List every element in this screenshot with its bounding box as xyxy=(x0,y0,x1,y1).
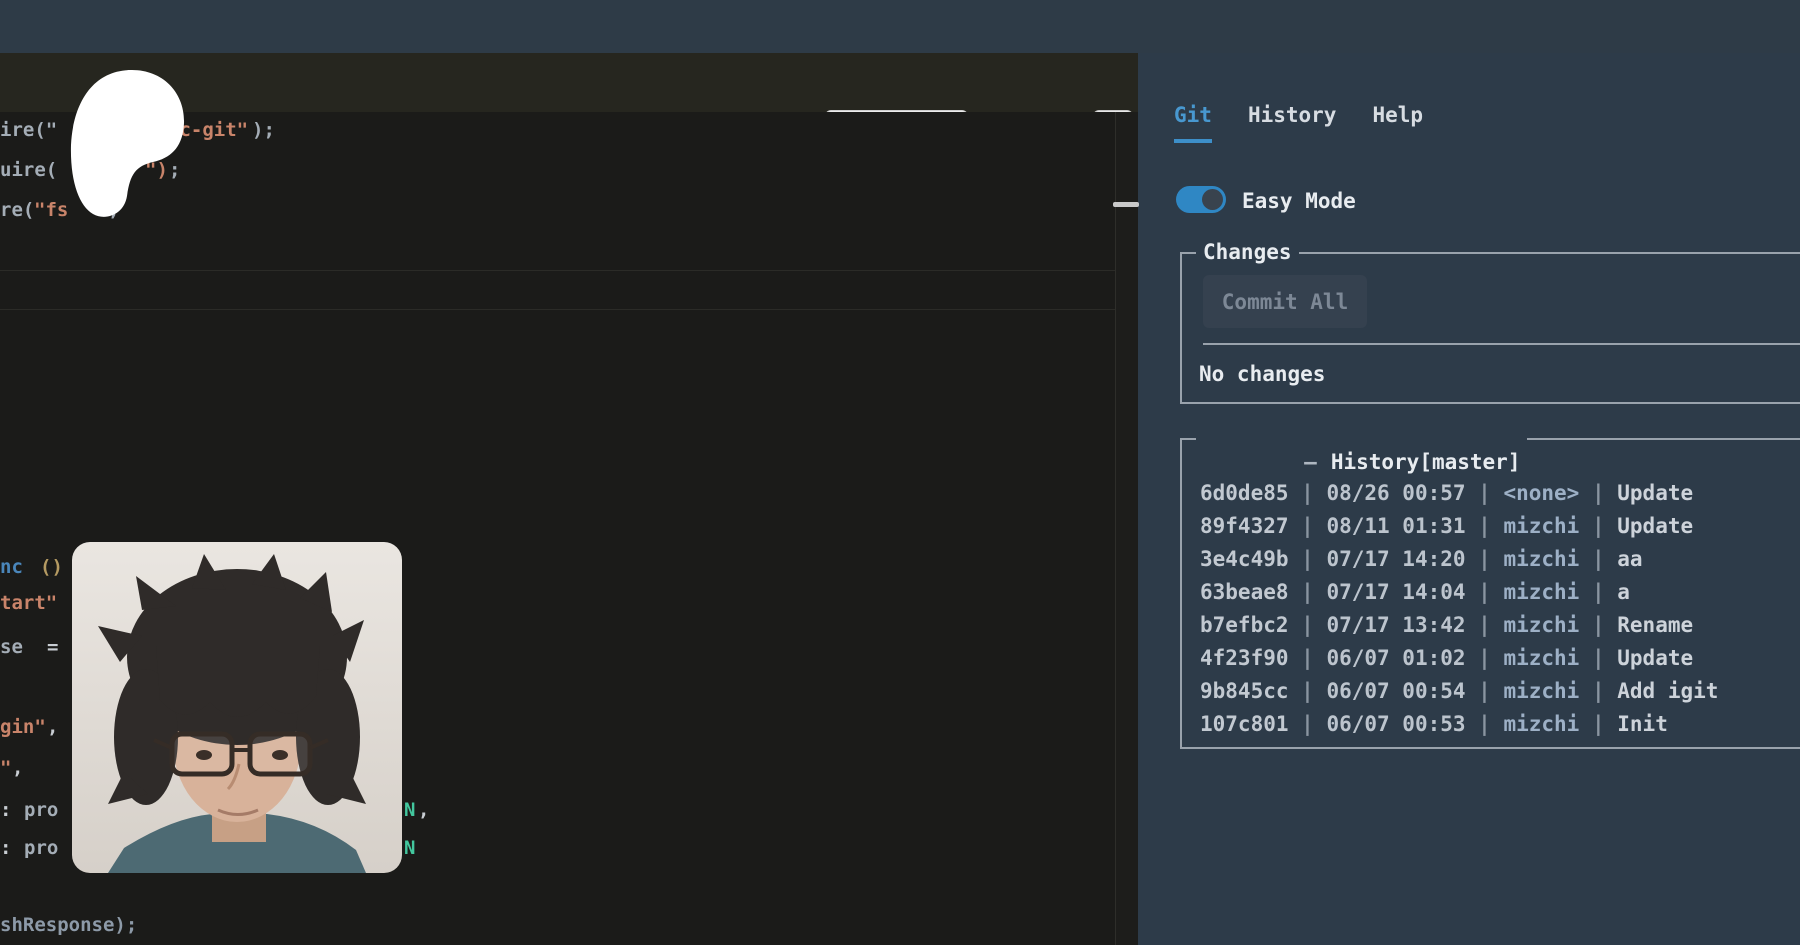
collapse-toggle-icon[interactable]: — xyxy=(1304,450,1317,474)
history-legend-text: History[master] xyxy=(1331,450,1521,474)
tab-help[interactable]: Help xyxy=(1372,103,1423,139)
commit-row[interactable]: b7efbc2 | 07/17 13:42 | mizchi | Rename xyxy=(1200,609,1718,642)
changes-groupbox: Changes Commit All No changes xyxy=(1180,252,1800,404)
app-window: autosave monaco x ire("ic-git");uire(");… xyxy=(0,0,1800,945)
commit-row[interactable]: 4f23f90 | 06/07 01:02 | mizchi | Update xyxy=(1200,642,1718,675)
commit-row[interactable]: 89f4327 | 08/11 01:31 | mizchi | Update xyxy=(1200,510,1718,543)
no-changes-text: No changes xyxy=(1199,362,1325,386)
commit-all-button[interactable]: Commit All xyxy=(1203,275,1367,328)
commit-row[interactable]: 3e4c49b | 07/17 14:20 | mizchi | aa xyxy=(1200,543,1718,576)
commit-list: 6d0de85 | 08/26 00:57 | <none> | Update8… xyxy=(1200,477,1718,741)
code-line: shResponse); xyxy=(0,912,1115,938)
editor-scrollbar[interactable] xyxy=(1115,112,1139,945)
easy-mode-label: Easy Mode xyxy=(1242,189,1356,213)
code-editor[interactable]: ire("ic-git");uire(");re("fs";nc()tart"s… xyxy=(0,112,1138,945)
commit-row[interactable]: 9b845cc | 06/07 00:54 | mizchi | Add igi… xyxy=(1200,675,1718,708)
changes-divider xyxy=(1203,343,1800,345)
changes-legend: Changes xyxy=(1196,240,1299,264)
history-groupbox: — History[master] 6d0de85 | 08/26 00:57 |… xyxy=(1180,438,1800,749)
splitter-handle-icon[interactable] xyxy=(1113,202,1139,207)
commit-row[interactable]: 6d0de85 | 08/26 00:57 | <none> | Update xyxy=(1200,477,1718,510)
annotation-blob xyxy=(67,68,187,220)
tab-git[interactable]: Git xyxy=(1174,103,1212,143)
window-titlebar xyxy=(0,0,1800,53)
commit-row[interactable]: 107c801 | 06/07 00:53 | mizchi | Init xyxy=(1200,708,1718,741)
commit-row[interactable]: 63beae8 | 07/17 14:04 | mizchi | a xyxy=(1200,576,1718,609)
easy-mode-toggle[interactable] xyxy=(1176,186,1226,213)
git-panel: Git History Help Easy Mode Changes Commit … xyxy=(1138,53,1800,945)
avatar-portrait-image xyxy=(72,542,402,873)
webcam-avatar xyxy=(72,542,402,873)
tab-history[interactable]: History xyxy=(1248,103,1337,139)
toggle-knob xyxy=(1202,189,1223,210)
panel-tabs: Git History Help xyxy=(1174,103,1459,149)
